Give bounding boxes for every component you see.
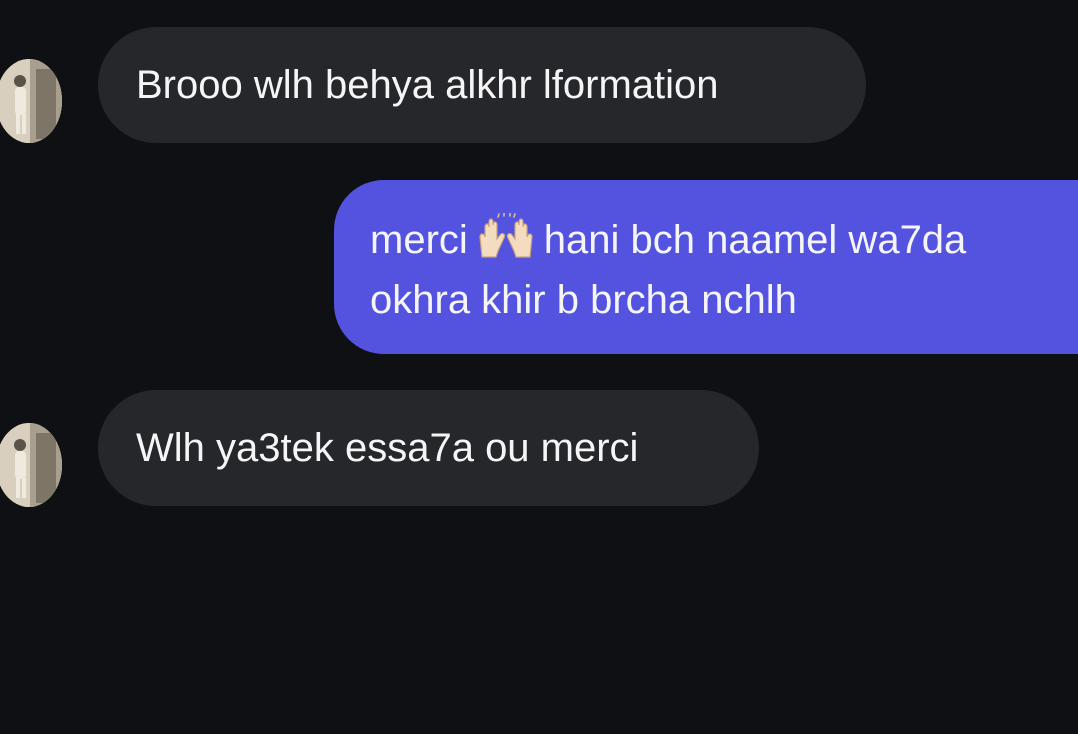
message-text: merci <box>370 218 468 262</box>
incoming-message-bubble[interactable]: Brooo wlh behya alkhr lformation <box>98 27 866 143</box>
chat-thread: Brooo wlh behya alkhr lformation merci h… <box>0 0 1078 734</box>
incoming-message-bubble[interactable]: Wlh ya3tek essa7a ou merci <box>98 390 759 506</box>
message-text: hani bch naamel wa7da <box>543 218 967 262</box>
outgoing-message-bubble[interactable]: merci hani bch naamel wa7da okhra khir b… <box>334 180 1078 354</box>
message-text: okhra khir b brcha nchlh <box>370 278 797 322</box>
message-line: okhra khir b brcha nchlh <box>370 273 1078 327</box>
sender-avatar[interactable] <box>0 59 62 143</box>
message-line: merci hani bch naamel wa7da <box>370 212 1078 273</box>
sender-avatar[interactable] <box>0 423 62 507</box>
message-text: Brooo wlh behya alkhr lformation <box>136 63 719 107</box>
message-text: Wlh ya3tek essa7a ou merci <box>136 426 639 470</box>
raised-hands-icon <box>474 212 538 273</box>
